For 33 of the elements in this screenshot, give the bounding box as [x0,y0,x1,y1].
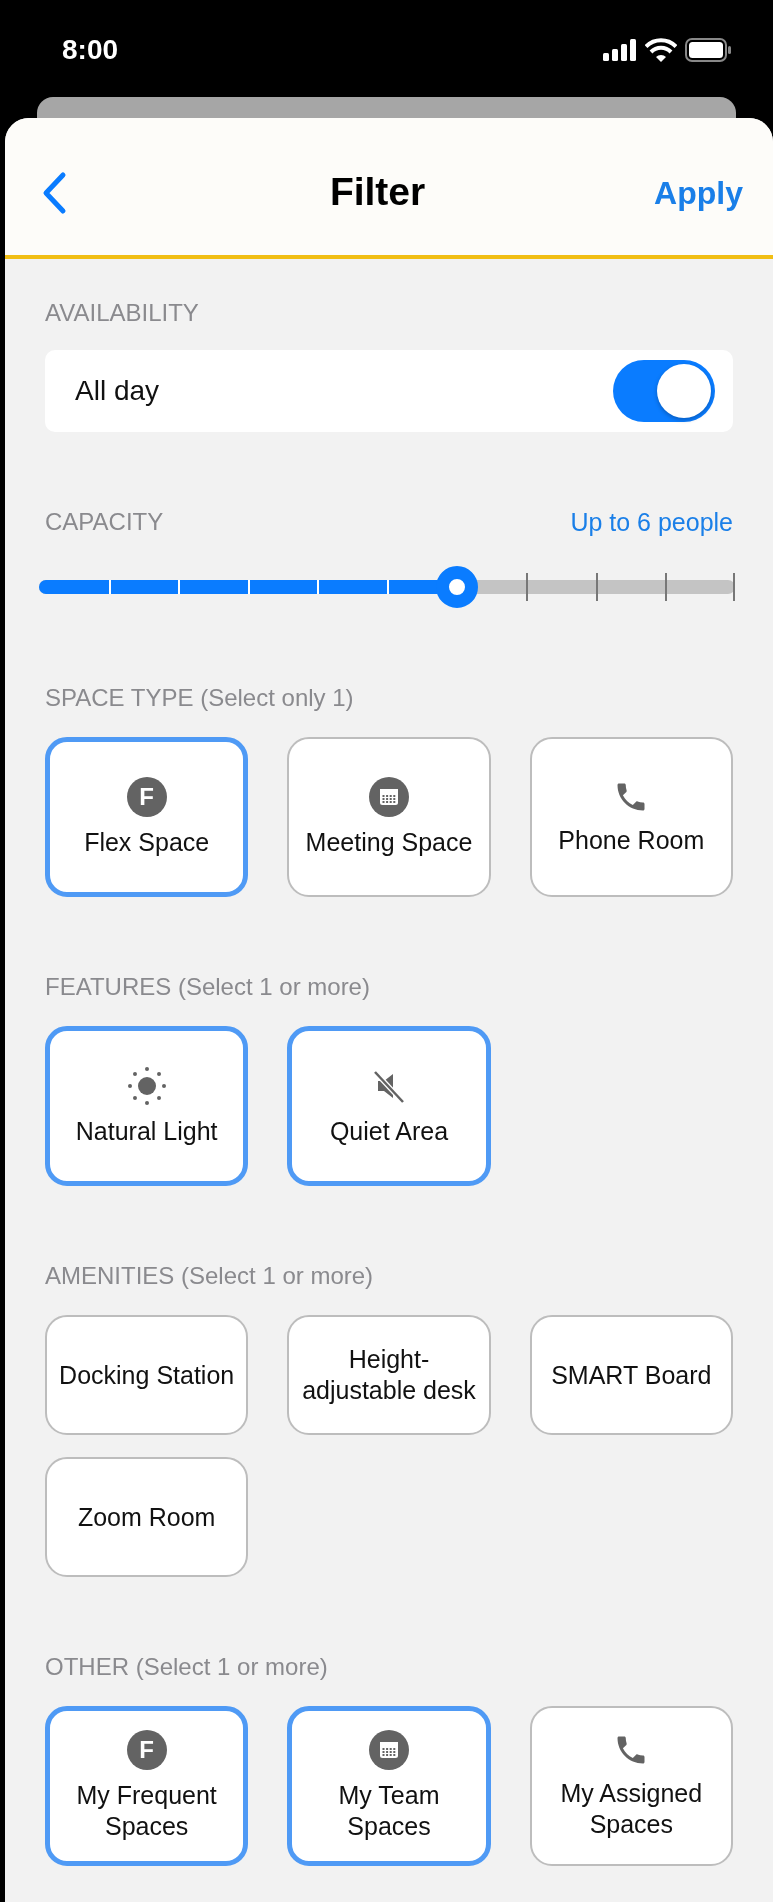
slider-thumb[interactable] [435,566,478,608]
option-card[interactable]: SMART Board [529,1315,733,1435]
calendar-icon [369,1730,409,1770]
option-card[interactable]: F My Frequent Spaces [45,1706,249,1866]
option-card[interactable]: Meeting Space [287,737,491,897]
row-label: All day [75,374,160,408]
section-label: SPACE TYPE (Select only 1) [45,684,355,712]
wifi-icon [645,37,677,62]
option-card[interactable]: Natural Light [45,1026,249,1186]
option-card[interactable]: My Assigned Spaces [529,1706,733,1866]
sun-icon [126,1065,167,1106]
option-card[interactable]: Quiet Area [287,1026,491,1186]
letter-icon: F [126,776,167,817]
option-card[interactable]: Height-adjustable desk [287,1315,491,1435]
capacity-reading: Up to 6 people [570,508,733,536]
option-card[interactable]: Docking Station [45,1315,249,1435]
option-card[interactable]: My Team Spaces [287,1706,491,1866]
section-label: FEATURES (Select 1 or more) [45,973,371,1001]
screen-title: Filter [329,169,426,216]
section-label: CAPACITY [45,508,164,536]
section-label: OTHER (Select 1 or more) [45,1653,329,1681]
option-card[interactable]: F Flex Space [45,737,249,897]
option-card[interactable]: Phone Room [529,737,733,897]
back-chevron-icon [41,170,67,215]
signal-icon [603,38,637,61]
option-card[interactable]: Zoom Room [45,1457,249,1577]
section-label: AVAILABILITY [45,299,200,327]
letter-icon: F [126,1730,167,1770]
apply-button[interactable]: Apply [654,168,743,217]
status-time: 8:00 [62,32,119,67]
battery-icon [685,37,731,62]
calendar-icon [369,776,409,817]
section-label: AMENITIES (Select 1 or more) [45,1262,375,1290]
